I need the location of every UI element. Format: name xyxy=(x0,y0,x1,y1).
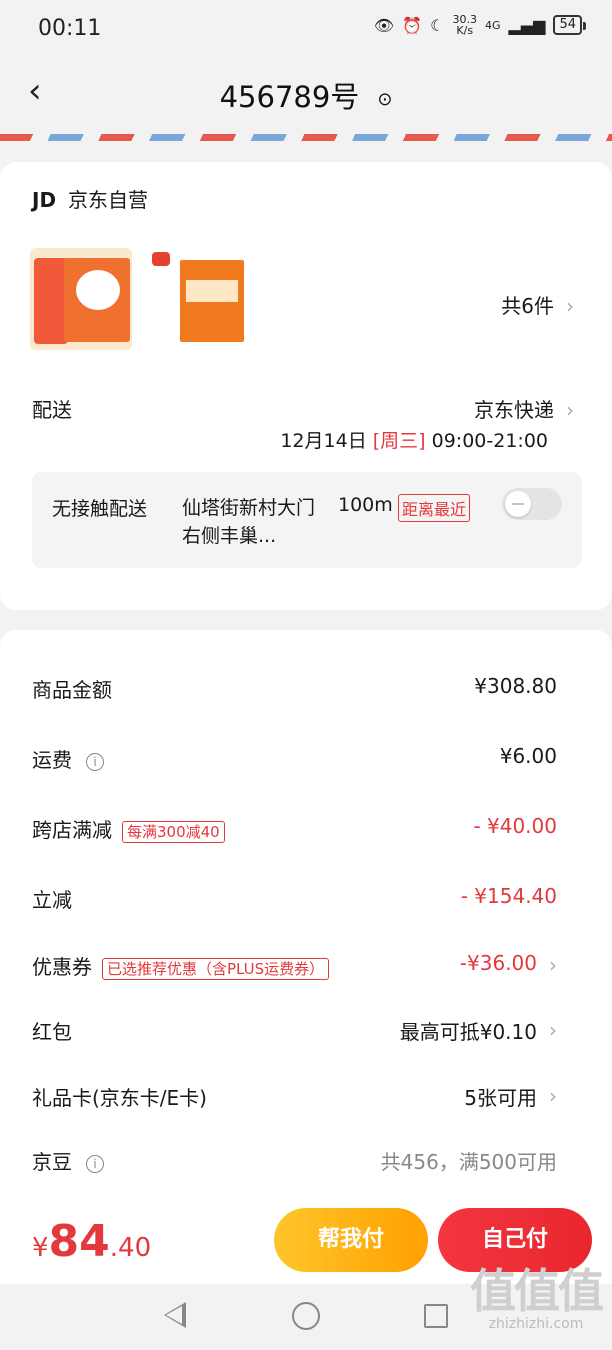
coupon-label: 优惠券 xyxy=(32,955,92,979)
shop-name: JD 京东自营 xyxy=(32,184,148,213)
price-summary-card: 商品金额 ¥308.80 运费 i ¥6.00 跨店满减 每满300减40 - ¥4… xyxy=(0,630,612,1230)
toggle-knob xyxy=(505,491,531,517)
nav-home-icon[interactable] xyxy=(292,1302,320,1330)
nav-recents-icon[interactable] xyxy=(424,1304,448,1328)
goods-amount-value: ¥308.80 xyxy=(474,674,557,698)
instant-discount-value: - ¥154.40 xyxy=(460,884,557,908)
contactless-distance: 100m xyxy=(338,494,393,516)
gift-card-label: 礼品卡(京东卡/E卡) xyxy=(32,1086,207,1110)
network-type: 4G xyxy=(485,18,501,32)
status-icons: 👁 ⏰ ☾ 30.3 K/s 4G ▂▄▆ 54 xyxy=(373,14,586,36)
jingdou-row: 京豆 i 共456，满500可用 xyxy=(32,1146,557,1176)
cross-store-row: 跨店满减 每满300减40 - ¥40.00 xyxy=(32,814,557,844)
self-pay-button[interactable]: 自己付 xyxy=(438,1208,592,1272)
delivery-weekday: [周三] xyxy=(372,430,426,452)
delivery-time: 12月14日 [周三] 09:00-21:00 xyxy=(280,426,548,453)
price-decimal: .40 xyxy=(109,1233,152,1263)
nearest-badge: 距离最近 xyxy=(398,494,471,522)
jingdou-label: 京豆 xyxy=(32,1150,72,1174)
product-count[interactable]: 共6件 › xyxy=(501,290,574,319)
info-icon[interactable]: i xyxy=(86,752,104,771)
chevron-right-icon: › xyxy=(549,1084,557,1108)
red-packet-value: 最高可抵¥0.10 xyxy=(399,1020,537,1044)
shipping-row: 运费 i ¥6.00 xyxy=(32,744,557,774)
contactless-delivery: 无接触配送 仙塔街新村大门右侧丰巢... 100m 距离最近 xyxy=(32,472,582,568)
watermark-logo: 值值值 xyxy=(470,1264,604,1318)
product-count-label: 共6件 xyxy=(501,294,554,318)
alarm-icon: ⏰ xyxy=(402,15,423,35)
cross-store-label: 跨店满减 xyxy=(32,818,112,842)
red-packet-label: 红包 xyxy=(32,1020,72,1044)
watermark: 值值值 zhizhizhi.com xyxy=(470,1264,604,1332)
delivery-date: 12月14日 xyxy=(280,430,367,452)
coupon-tag: 已选推荐优惠（含PLUS运费券） xyxy=(102,957,330,980)
delivery-carrier[interactable]: 京东快递 › xyxy=(474,394,574,423)
shipping-label: 运费 xyxy=(32,748,72,772)
shop-label: 京东自营 xyxy=(68,188,149,212)
price-integer: 84 xyxy=(48,1216,110,1267)
nav-back-icon[interactable] xyxy=(164,1302,186,1328)
jingdou-value: 共456，满500可用 xyxy=(380,1150,557,1174)
page-header: ‹ 456789号 ⊙ xyxy=(0,60,612,136)
page-title: 456789号 ⊙ xyxy=(0,74,612,116)
coupon-row[interactable]: 优惠券 已选推荐优惠（含PLUS运费券） -¥36.00 › xyxy=(32,951,557,981)
order-card: JD 京东自营 共6件 › 配送 京东快递 › 12月14日 [周三] 09:00-2… xyxy=(0,162,612,610)
product-image-2[interactable] xyxy=(152,248,252,348)
coupon-value: -¥36.00 xyxy=(459,951,537,975)
net-speed: 30.3 K/s xyxy=(453,14,478,36)
product-image-1[interactable] xyxy=(30,248,132,350)
delivery-hours: 09:00-21:00 xyxy=(431,430,548,452)
battery-icon: 54 xyxy=(553,15,586,35)
contactless-toggle[interactable] xyxy=(502,488,562,520)
envelope-stripe xyxy=(0,134,612,141)
chevron-right-icon: › xyxy=(549,953,557,977)
gift-card-row[interactable]: 礼品卡(京东卡/E卡) 5张可用 › xyxy=(32,1082,557,1112)
jd-logo: JD xyxy=(32,188,57,212)
contactless-title: 无接触配送 xyxy=(52,498,148,520)
status-time: 00:11 xyxy=(38,16,102,41)
gift-card-value: 5张可用 xyxy=(464,1086,537,1110)
total-price: ¥84.40 xyxy=(32,1216,151,1267)
goods-amount-label: 商品金额 xyxy=(32,678,112,702)
chevron-right-icon: › xyxy=(549,1018,557,1042)
cross-store-value: - ¥40.00 xyxy=(473,814,557,838)
eye-icon: 👁 xyxy=(373,15,395,35)
help-pay-button[interactable]: 帮我付 xyxy=(274,1208,428,1272)
moon-icon: ☾ xyxy=(430,15,445,35)
delivery-label: 配送 xyxy=(32,398,72,422)
signal-icon: ▂▄▆ xyxy=(508,15,546,35)
instant-discount-label: 立减 xyxy=(32,888,72,912)
instant-discount-row: 立减 - ¥154.40 xyxy=(32,884,557,914)
chevron-right-icon: › xyxy=(566,294,574,318)
chevron-right-icon: › xyxy=(566,398,574,422)
price-symbol: ¥ xyxy=(32,1233,49,1263)
contactless-address: 仙塔街新村大门右侧丰巢... xyxy=(182,497,316,547)
watermark-url: zhizhizhi.com xyxy=(488,1316,584,1332)
net-speed-unit: K/s xyxy=(456,24,474,37)
address-title: 456789号 xyxy=(219,80,360,114)
goods-amount-row: 商品金额 ¥308.80 xyxy=(32,674,557,704)
info-icon[interactable]: i xyxy=(86,1154,104,1173)
red-packet-row[interactable]: 红包 最高可抵¥0.10 › xyxy=(32,1016,557,1046)
carrier-label: 京东快递 xyxy=(474,398,554,422)
cross-store-tag: 每满300减40 xyxy=(122,820,225,843)
location-pin-icon[interactable]: ⊙ xyxy=(377,89,392,110)
status-bar: 00:11 👁 ⏰ ☾ 30.3 K/s 4G ▂▄▆ 54 xyxy=(0,0,612,60)
shipping-value: ¥6.00 xyxy=(499,744,557,768)
